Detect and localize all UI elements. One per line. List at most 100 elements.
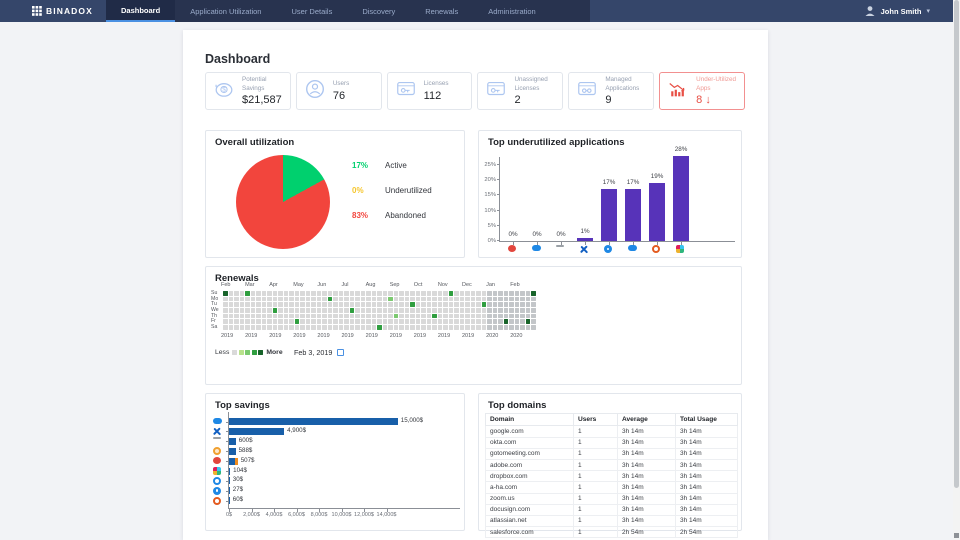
value-cell[interactable]: 3h 14m [618, 459, 676, 470]
bar-app-blue-x[interactable] [229, 428, 284, 435]
value-cell[interactable]: 1 [574, 471, 618, 482]
bar-app-blue-oval[interactable] [229, 418, 398, 425]
value-cell[interactable]: 1 [574, 515, 618, 526]
table-row[interactable]: okta.com13h 14m3h 14m [486, 437, 738, 448]
value-cell[interactable]: 3h 14m [676, 482, 738, 493]
domain-cell[interactable]: salesforce.com [486, 527, 574, 538]
column-header-average[interactable]: Average [618, 414, 676, 426]
nav-tab-renewals[interactable]: Renewals [410, 0, 473, 22]
stat-card-managed-applications[interactable]: Managed Applications9 [568, 72, 654, 110]
value-cell[interactable]: 1 [574, 426, 618, 437]
heatmap-cell[interactable] [273, 308, 278, 313]
value-cell[interactable]: 2h 54m [618, 527, 676, 538]
heatmap-cell[interactable] [350, 308, 355, 313]
table-row[interactable]: salesforce.com12h 54m2h 54m [486, 527, 738, 538]
domain-cell[interactable]: docusign.com [486, 504, 574, 515]
value-cell[interactable]: 1 [574, 482, 618, 493]
scrollbar-corner[interactable] [954, 533, 959, 538]
value-cell[interactable]: 1 [574, 493, 618, 504]
column-header-domain[interactable]: Domain [486, 414, 574, 426]
column-header-total-usage[interactable]: Total Usage [676, 414, 738, 426]
table-row[interactable]: zoom.us13h 14m3h 14m [486, 493, 738, 504]
value-cell[interactable]: 3h 14m [618, 482, 676, 493]
blue-oval-app-icon[interactable] [213, 418, 222, 424]
value-cell[interactable]: 1 [574, 504, 618, 515]
pie-legend-item-active[interactable]: 17%Active [352, 161, 432, 186]
pie-legend-item-underutilized[interactable]: 0%Underutilized [352, 186, 432, 211]
stat-card-unassigned-licenses[interactable]: Unassigned Licenses2 [477, 72, 563, 110]
value-cell[interactable]: 3h 14m [676, 515, 738, 526]
domain-cell[interactable]: atlassian.net [486, 515, 574, 526]
value-cell[interactable]: 3h 14m [676, 437, 738, 448]
red-circle-app-icon[interactable] [213, 457, 221, 464]
heatmap-cell[interactable] [432, 314, 437, 319]
value-cell[interactable]: 3h 14m [618, 426, 676, 437]
heatmap-cell[interactable] [328, 297, 333, 302]
blue-b-app-icon[interactable] [213, 487, 221, 495]
heatmap-cell[interactable] [526, 319, 531, 324]
column-header-users[interactable]: Users [574, 414, 618, 426]
heatmap-cell[interactable] [504, 319, 509, 324]
table-row[interactable]: adobe.com13h 14m3h 14m [486, 459, 738, 470]
value-cell[interactable]: 1 [574, 448, 618, 459]
blue-oval-app-icon[interactable] [628, 245, 637, 251]
value-cell[interactable]: 3h 14m [618, 448, 676, 459]
table-row[interactable]: atlassian.net13h 14m3h 14m [486, 515, 738, 526]
heatmap-cell[interactable] [245, 291, 250, 296]
value-cell[interactable]: 1 [574, 437, 618, 448]
pie-legend-item-abandoned[interactable]: 83%Abandoned [352, 211, 432, 236]
scrollbar-thumb[interactable] [954, 0, 959, 488]
heatmap-cell[interactable] [377, 325, 382, 330]
dash-app-icon[interactable] [213, 437, 221, 439]
bar-orange-segment[interactable] [235, 458, 238, 465]
value-cell[interactable]: 1 [574, 459, 618, 470]
value-cell[interactable]: 2h 54m [676, 527, 738, 538]
value-cell[interactable]: 3h 14m [618, 493, 676, 504]
red-circle-app-icon[interactable] [508, 245, 516, 252]
value-cell[interactable]: 3h 14m [676, 426, 738, 437]
domain-cell[interactable]: okta.com [486, 437, 574, 448]
table-row[interactable]: google.com13h 14m3h 14m [486, 426, 738, 437]
orange-target-app-icon[interactable] [213, 447, 221, 455]
stat-card-under-utilized-apps[interactable]: Under-Utilized Apps8 ↓ [659, 72, 745, 110]
bar-app-blue-b[interactable] [601, 189, 617, 241]
domain-cell[interactable]: gotomeeting.com [486, 448, 574, 459]
bar-app-orange-o[interactable] [649, 183, 665, 241]
bar-app-blue-b[interactable] [229, 487, 230, 494]
heatmap-cell[interactable] [388, 297, 393, 302]
nav-tab-dashboard[interactable]: Dashboard [106, 0, 175, 22]
brand-logo[interactable]: BINADOX [32, 0, 93, 22]
stat-card-licenses[interactable]: Licenses112 [387, 72, 473, 110]
table-row[interactable]: docusign.com13h 14m3h 14m [486, 504, 738, 515]
heatmap-cell[interactable] [482, 302, 487, 307]
domain-cell[interactable]: a-ha.com [486, 482, 574, 493]
bar-app-blue-x[interactable] [577, 238, 593, 241]
value-cell[interactable]: 3h 14m [676, 448, 738, 459]
blue-b-app-icon[interactable] [604, 245, 612, 253]
orange-o-app-icon[interactable] [652, 245, 660, 253]
color-star-app-icon[interactable] [676, 245, 684, 253]
stat-card-potential-savings[interactable]: $Potential Savings$21,587 [205, 72, 291, 110]
value-cell[interactable]: 3h 14m [676, 493, 738, 504]
heatmap-cell[interactable] [531, 291, 536, 296]
nav-tab-application-utilization[interactable]: Application Utilization [175, 0, 276, 22]
user-menu[interactable]: John Smith ▾ [864, 0, 930, 22]
blue-oval-app-icon[interactable] [532, 245, 541, 251]
heatmap-cell[interactable] [394, 314, 399, 319]
value-cell[interactable]: 3h 14m [618, 515, 676, 526]
domain-cell[interactable]: google.com [486, 426, 574, 437]
table-row[interactable]: a-ha.com13h 14m3h 14m [486, 482, 738, 493]
date-checkbox[interactable] [337, 349, 344, 356]
nav-tab-user-details[interactable]: User Details [276, 0, 347, 22]
table-row[interactable]: dropbox.com13h 14m3h 14m [486, 471, 738, 482]
value-cell[interactable]: 3h 14m [676, 504, 738, 515]
domain-cell[interactable]: zoom.us [486, 493, 574, 504]
bar-app-orange-o[interactable] [229, 497, 230, 504]
blue-x-app-icon[interactable] [580, 245, 588, 253]
bar-app-dash[interactable] [229, 438, 236, 445]
value-cell[interactable]: 3h 14m [618, 471, 676, 482]
domain-cell[interactable]: adobe.com [486, 459, 574, 470]
color-star-app-icon[interactable] [213, 467, 221, 475]
bar-app-color-star[interactable] [673, 156, 689, 241]
utilization-pie-chart[interactable] [236, 155, 330, 249]
